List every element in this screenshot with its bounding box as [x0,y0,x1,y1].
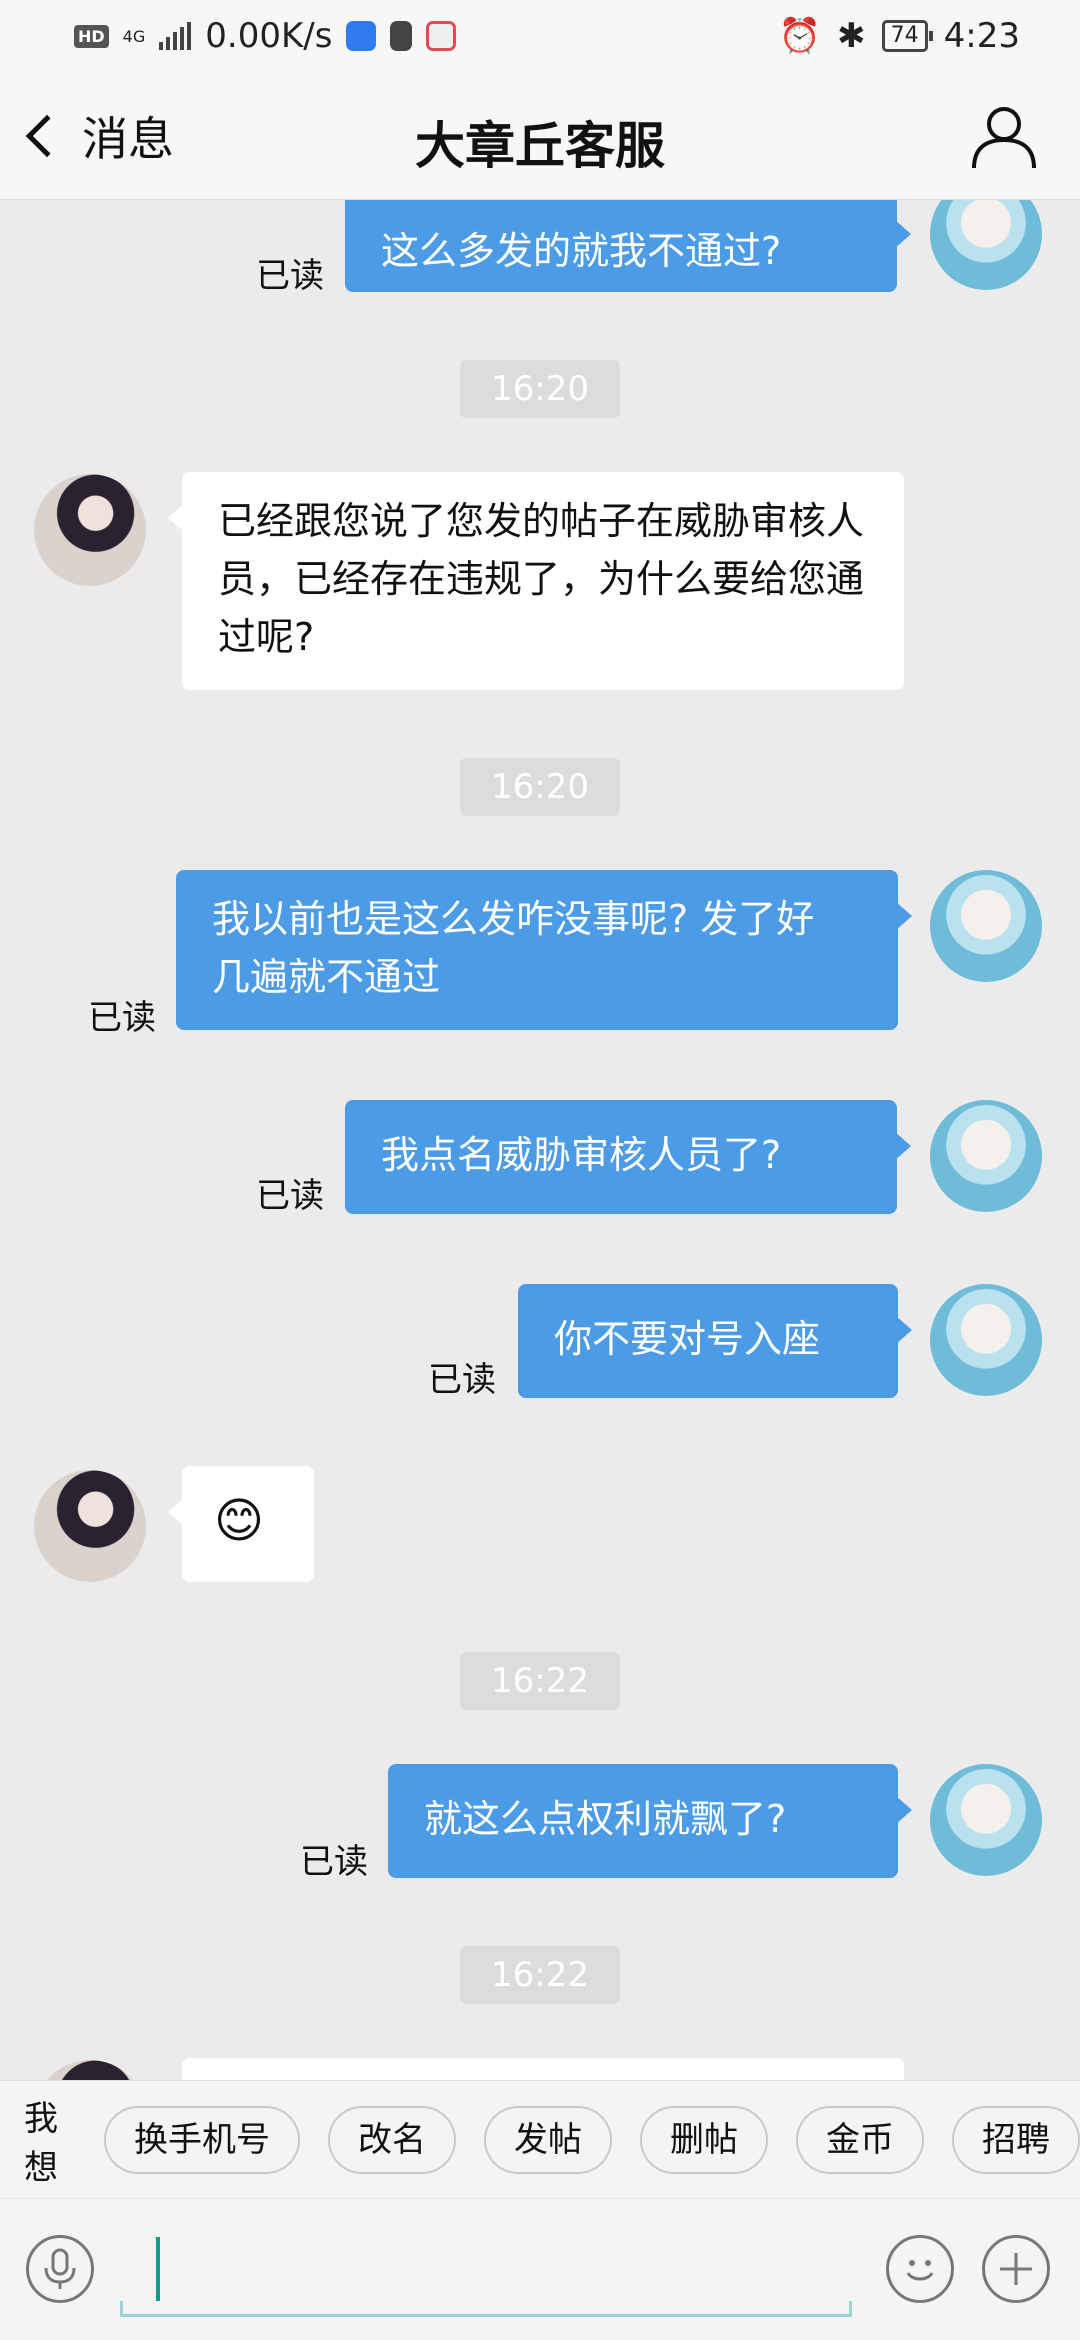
profile-icon[interactable] [968,100,1040,172]
emoji-button[interactable] [886,2235,954,2303]
hd-icon: HD [74,24,109,48]
suggestion-chip[interactable]: 删帖 [640,2105,768,2174]
avatar[interactable] [930,1284,1042,1396]
timestamp: 16:20 [460,360,620,418]
quick-suggestions: 我想 换手机号 改名 发帖 删帖 金币 招聘 [0,2080,1080,2198]
message-input[interactable] [120,2227,852,2317]
message-bubble-outgoing[interactable]: 这么多发的就我不通过? [345,200,911,292]
avatar[interactable] [930,870,1042,982]
smiley-icon [906,2260,934,2281]
message-bubble-outgoing[interactable]: 我以前也是这么发咋没事呢? 发了好几遍就不通过 [176,870,912,1030]
message-bubble-outgoing[interactable]: 你不要对号入座 [518,1284,912,1398]
input-bar [0,2198,1080,2340]
suggestion-chip[interactable]: 招聘 [952,2105,1080,2174]
read-receipt: 已读 [256,256,324,296]
timestamp: 16:20 [460,758,620,816]
clock: 4:23 [943,16,1020,56]
emoji-message[interactable]: 😊 [168,1466,314,1582]
avatar[interactable] [930,200,1042,290]
avatar[interactable] [34,474,146,586]
status-bar: HD 4G 0.00K/s ⏰ ✱ 74 4:23 [0,0,1080,72]
suggestion-chip[interactable]: 改名 [328,2105,456,2174]
read-receipt: 已读 [256,1176,324,1216]
read-receipt: 已读 [88,998,156,1038]
more-options-button[interactable] [982,2235,1050,2303]
bluetooth-icon: ✱ [837,16,866,56]
message-bubble-outgoing[interactable]: 我点名威胁审核人员了? [345,1100,911,1214]
app-notification-icon [426,21,457,51]
app-notification-icon [346,21,377,51]
app-notification-icon [390,21,413,51]
message-bubble-outgoing[interactable]: 就这么点权利就飘了? [388,1764,912,1878]
chat-list[interactable]: 已读 这么多发的就我不通过? 16:20 已经跟您说了您发的帖子在威胁审核人员，… [0,200,1080,2080]
message-bubble-incoming[interactable]: 已经跟您说了您发的帖子在威胁审核人员，已经存在违规了，为什么要给您通过呢? [168,472,904,690]
avatar[interactable] [34,1470,146,1582]
message-bubble-incoming[interactable] [182,2058,904,2080]
network-type: 4G [122,26,146,46]
avatar[interactable] [930,1764,1042,1876]
title-bar: 消息 大章丘客服 [0,72,1080,200]
read-receipt: 已读 [428,1360,496,1400]
read-receipt: 已读 [300,1842,368,1882]
alarm-icon: ⏰ [778,16,822,56]
suggestion-chip[interactable]: 发帖 [484,2105,612,2174]
network-speed: 0.00K/s [205,16,333,56]
suggestion-chip[interactable]: 金币 [796,2105,924,2174]
timestamp: 16:22 [460,1652,620,1710]
text-cursor [156,2237,160,2301]
voice-input-button[interactable] [26,2235,94,2303]
battery-icon: 74 [881,20,933,52]
suggestions-label: 我想 [24,2098,58,2188]
avatar[interactable] [34,2060,146,2080]
signal-icon [159,22,192,50]
microphone-icon [44,2248,76,2289]
suggestion-chip[interactable]: 换手机号 [104,2105,300,2174]
plus-icon [1000,2253,1032,2285]
page-title: 大章丘客服 [415,117,665,175]
timestamp: 16:22 [460,1946,620,2004]
avatar[interactable] [930,1100,1042,1212]
